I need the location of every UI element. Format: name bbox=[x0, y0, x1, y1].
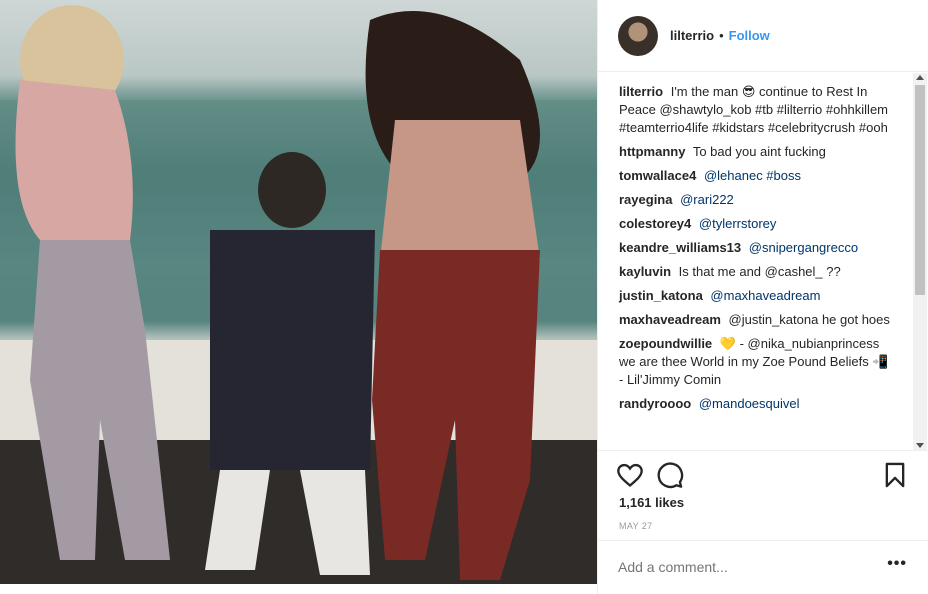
separator-dot: • bbox=[719, 28, 724, 43]
comment-item: justin_katona @maxhaveadream bbox=[619, 287, 895, 305]
comment-username[interactable]: maxhaveadream bbox=[619, 312, 721, 327]
comment-text: To bad you aint fucking bbox=[692, 144, 826, 159]
comment-item: maxhaveadream @justin_katona he got hoes bbox=[619, 311, 895, 329]
comment-text[interactable]: @maxhaveadream bbox=[710, 288, 820, 303]
comment-username[interactable]: httpmanny bbox=[619, 144, 685, 159]
comment-item: tomwallace4 @lehanec #boss bbox=[619, 167, 895, 185]
comment-item: randyroooo @mandoesquivel bbox=[619, 395, 895, 413]
bookmark-icon[interactable] bbox=[881, 461, 909, 489]
photo-illustration bbox=[0, 5, 597, 584]
post-author-username[interactable]: lilterrio bbox=[670, 28, 714, 43]
instagram-post: lilterrio • Follow lilterrio I'm the man… bbox=[0, 0, 928, 594]
comment-text[interactable]: @lehanec #boss bbox=[704, 168, 801, 183]
more-options-icon[interactable]: ••• bbox=[887, 555, 907, 573]
comment-username[interactable]: justin_katona bbox=[619, 288, 703, 303]
comments-list[interactable]: lilterrio I'm the man 😎 continue to Rest… bbox=[598, 73, 913, 450]
comment-item: httpmanny To bad you aint fucking bbox=[619, 143, 895, 161]
comment-username[interactable]: randyroooo bbox=[619, 396, 691, 411]
comment-text: @justin_katona he got hoes bbox=[728, 312, 890, 327]
comment-text: Is that me and @cashel_ ?? bbox=[678, 264, 841, 279]
comment-username[interactable]: rayegina bbox=[619, 192, 672, 207]
likes-count[interactable]: 1,161 likes bbox=[619, 495, 684, 510]
comment-username[interactable]: kayluvin bbox=[619, 264, 671, 279]
scroll-down-arrow-icon[interactable] bbox=[916, 443, 924, 448]
add-comment-section: ••• bbox=[598, 540, 928, 594]
comment-icon[interactable] bbox=[656, 461, 684, 489]
post-date: MAY 27 bbox=[619, 521, 653, 531]
comment-username[interactable]: keandre_williams13 bbox=[619, 240, 741, 255]
comment-text[interactable]: @tylerrstorey bbox=[699, 216, 777, 231]
comment-text[interactable]: @mandoesquivel bbox=[699, 396, 800, 411]
comment-item: colestorey4 @tylerrstorey bbox=[619, 215, 895, 233]
scroll-up-arrow-icon[interactable] bbox=[916, 75, 924, 80]
follow-button[interactable]: Follow bbox=[729, 28, 770, 43]
post-actions: 1,161 likes MAY 27 bbox=[598, 450, 928, 540]
comment-text[interactable]: @snipergangrecco bbox=[749, 240, 858, 255]
comment-item: kayluvin Is that me and @cashel_ ?? bbox=[619, 263, 895, 281]
add-comment-input[interactable] bbox=[618, 559, 858, 575]
scrollbar-thumb[interactable] bbox=[915, 85, 925, 295]
comment-item: zoepoundwillie 💛 - @nika_nubianprincess … bbox=[619, 335, 895, 389]
comment-item: keandre_williams13 @snipergangrecco bbox=[619, 239, 895, 257]
post-header: lilterrio • Follow bbox=[598, 0, 928, 72]
post-details-panel: lilterrio • Follow lilterrio I'm the man… bbox=[597, 0, 928, 594]
comment-item: lilterrio I'm the man 😎 continue to Rest… bbox=[619, 83, 895, 137]
post-photo[interactable] bbox=[0, 0, 597, 584]
comment-username[interactable]: tomwallace4 bbox=[619, 168, 696, 183]
comment-username[interactable]: lilterrio bbox=[619, 84, 663, 99]
heart-icon[interactable] bbox=[616, 461, 644, 489]
comments-scrollbar[interactable] bbox=[913, 73, 927, 450]
comment-username[interactable]: zoepoundwillie bbox=[619, 336, 712, 351]
comment-username[interactable]: colestorey4 bbox=[619, 216, 691, 231]
comment-item: rayegina @rari222 bbox=[619, 191, 895, 209]
avatar[interactable] bbox=[618, 15, 658, 56]
comment-text[interactable]: @rari222 bbox=[680, 192, 734, 207]
